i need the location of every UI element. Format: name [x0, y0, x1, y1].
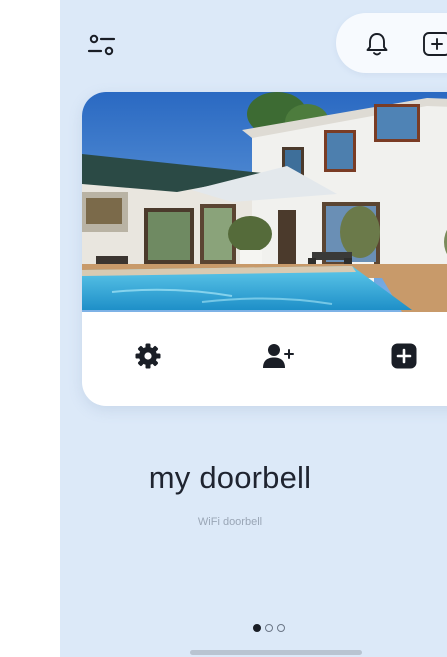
bell-icon[interactable] [362, 29, 392, 59]
page-dot-active[interactable] [253, 624, 261, 632]
plus-square-icon[interactable] [384, 336, 424, 376]
device-home-screen: my doorbell WiFi doorbell [60, 0, 447, 657]
add-user-icon[interactable] [258, 336, 298, 376]
device-card [82, 92, 447, 406]
device-name: my doorbell [148, 460, 312, 495]
home-indicator[interactable] [190, 650, 362, 655]
header-actions [336, 13, 447, 73]
gear-icon[interactable] [128, 336, 168, 376]
page-dot[interactable] [277, 624, 285, 632]
left-margin [0, 0, 60, 657]
page-indicator [253, 622, 285, 634]
card-actions [82, 312, 447, 406]
sliders-icon[interactable] [86, 30, 118, 62]
house-with-pool-photo[interactable] [82, 92, 447, 312]
device-type: WiFi doorbell [197, 516, 263, 528]
page-dot[interactable] [265, 624, 273, 632]
plus-square-icon[interactable] [422, 31, 447, 57]
